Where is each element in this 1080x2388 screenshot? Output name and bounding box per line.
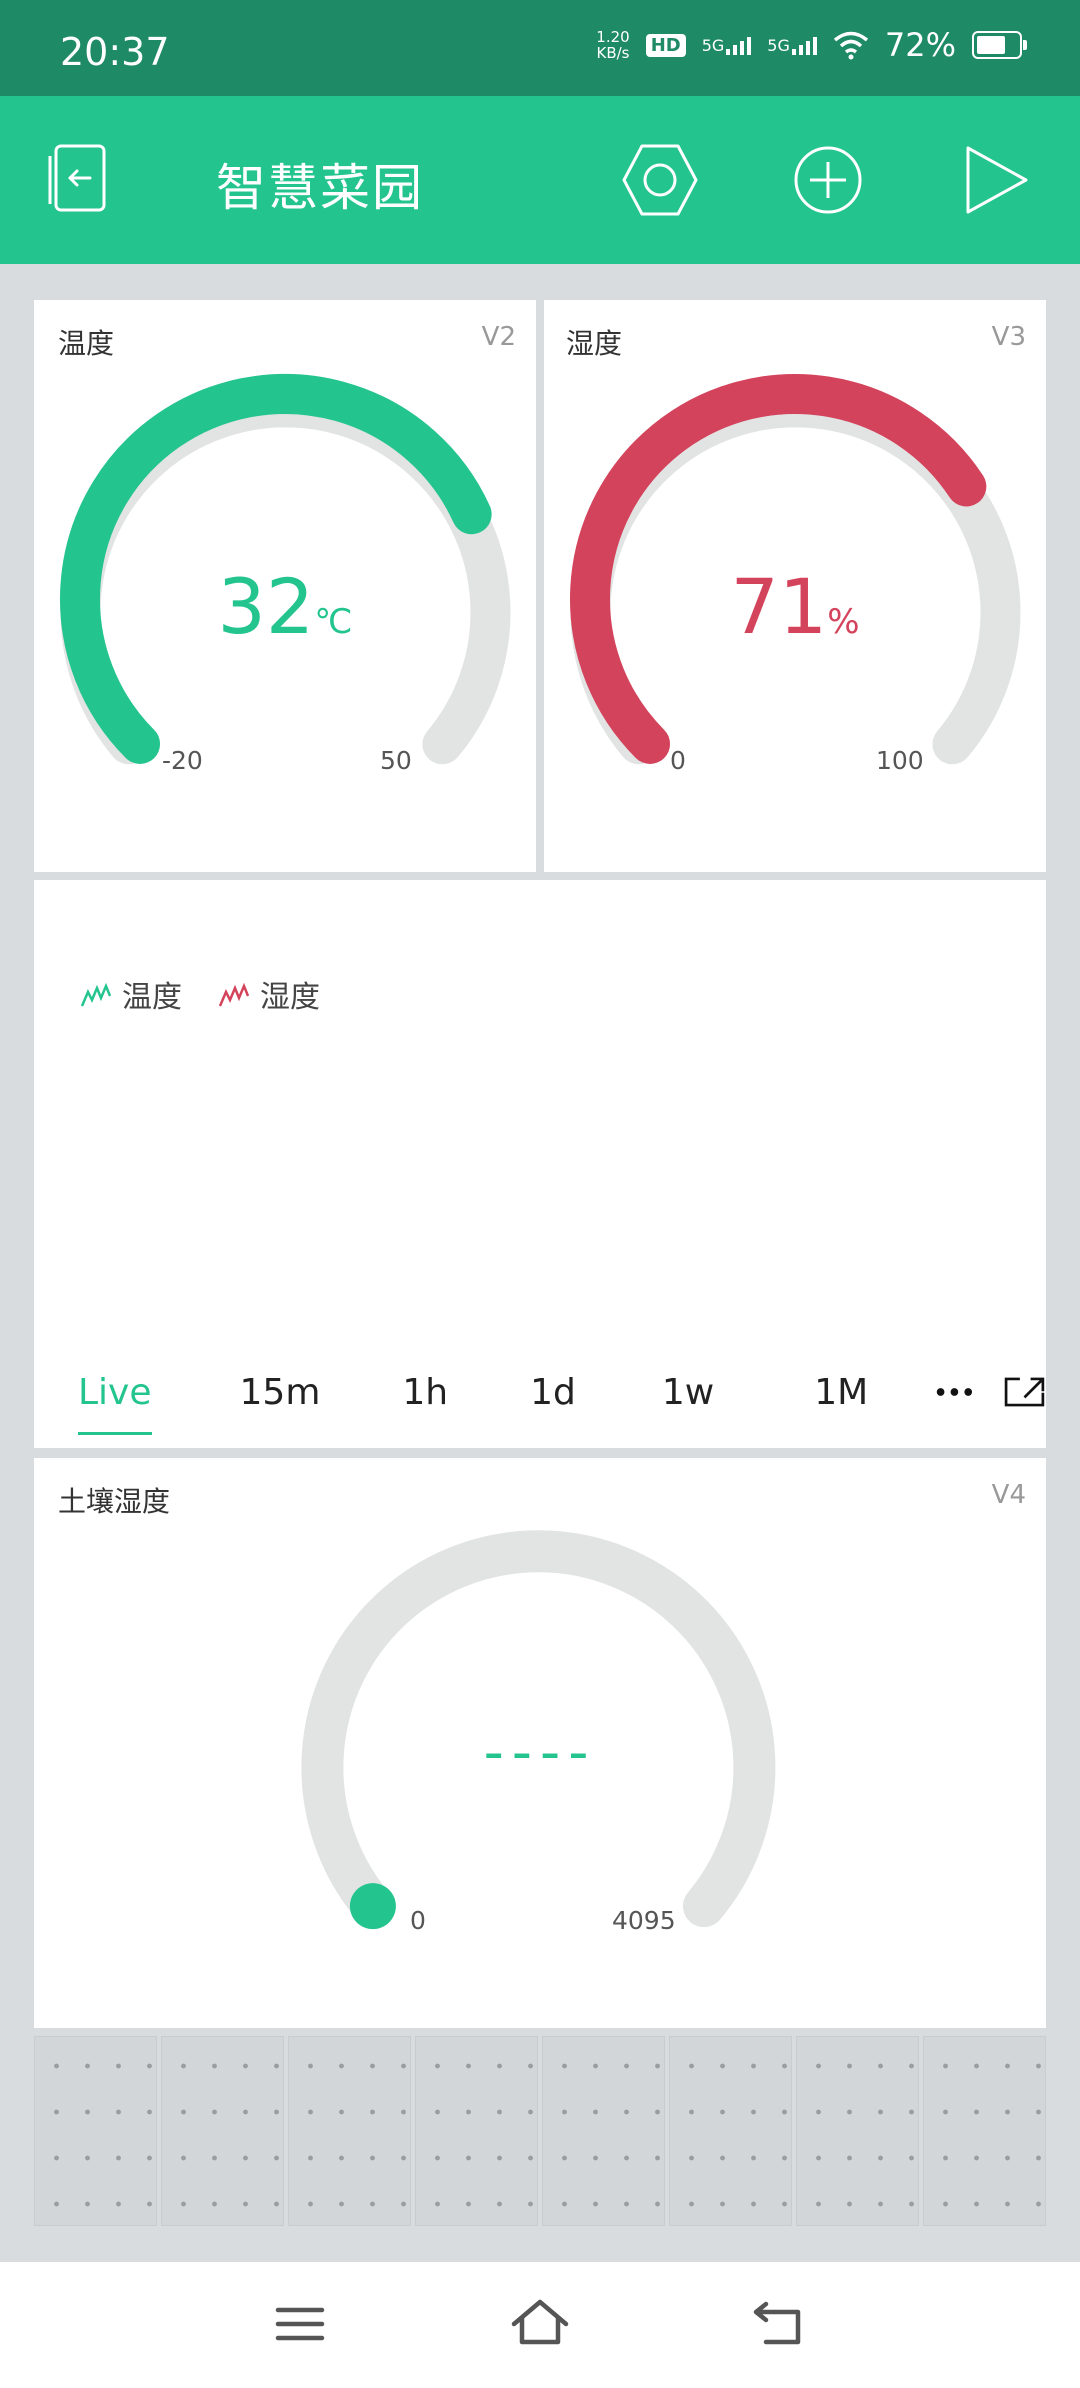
exit-icon[interactable]: [42, 138, 126, 222]
grid-cell[interactable]: [669, 2036, 792, 2226]
settings-icon[interactable]: [618, 138, 702, 222]
more-icon[interactable]: [936, 1386, 973, 1398]
battery-icon: [972, 31, 1027, 59]
app-title: 智慧菜园: [216, 159, 424, 217]
gauge-max: 4095: [612, 1906, 676, 1935]
tab-1d[interactable]: 1d: [530, 1372, 576, 1413]
chart-legend: 温度 湿度: [80, 972, 320, 1016]
tab-live[interactable]: Live: [78, 1372, 152, 1435]
gauge-max: 100: [876, 746, 924, 775]
grid-cell[interactable]: [796, 2036, 919, 2226]
grid-cell[interactable]: [542, 2036, 665, 2226]
grid-cell[interactable]: [415, 2036, 538, 2226]
legend-item[interactable]: 温度: [80, 972, 182, 1016]
gauge-min: 0: [410, 1906, 426, 1935]
soil-moisture-gauge-card[interactable]: 土壤湿度 V4 ---- 0 4095: [34, 1458, 1046, 2028]
signal-icon: 5G: [767, 36, 817, 55]
system-nav-bar: [0, 2262, 1080, 2388]
gauge-value: 32℃: [217, 562, 353, 651]
tab-1h[interactable]: 1h: [402, 1372, 448, 1413]
tab-1w[interactable]: 1w: [662, 1372, 714, 1413]
time-range-tabs: Live 15m 1h 1d 1w 1M: [34, 1346, 1046, 1438]
tab-1m[interactable]: 1M: [814, 1372, 868, 1413]
hd-icon: HD: [645, 33, 686, 57]
app-bar: 智慧菜园: [0, 96, 1080, 264]
net-speed: 1.20 KB/s: [596, 28, 630, 62]
home-icon[interactable]: [508, 2292, 572, 2356]
add-icon[interactable]: [786, 138, 870, 222]
gauge-value: 71%: [730, 562, 860, 651]
expand-icon[interactable]: [1003, 1371, 1046, 1413]
status-bar: 20:37 1.20 KB/s HD 5G 5G 72%: [0, 0, 1080, 96]
gauge-max: 50: [380, 746, 412, 775]
signal-icon: 5G: [702, 36, 752, 55]
temperature-gauge-card[interactable]: 温度 V2 32℃ -20 50: [34, 300, 536, 872]
tab-15m[interactable]: 15m: [240, 1372, 321, 1413]
grid-cell[interactable]: [288, 2036, 411, 2226]
gauge-min: 0: [670, 746, 686, 775]
play-icon[interactable]: [954, 138, 1038, 222]
grid-cell[interactable]: [923, 2036, 1046, 2226]
grid-cell[interactable]: [161, 2036, 284, 2226]
humidity-gauge-card[interactable]: 湿度 V3 71% 0 100: [544, 300, 1046, 872]
gauge-min: -20: [162, 746, 203, 775]
menu-icon[interactable]: [268, 2292, 332, 2356]
battery-percent: 72%: [884, 26, 956, 64]
grid-cell[interactable]: [34, 2036, 157, 2226]
gauge-indicator: [349, 1883, 396, 1930]
wifi-icon: [833, 31, 868, 60]
legend-item[interactable]: 湿度: [218, 972, 320, 1016]
line-series-icon: [218, 982, 250, 1007]
status-time: 20:37: [60, 30, 170, 74]
gauge-value: ----: [483, 1720, 597, 1785]
empty-widget-grid: [34, 2036, 1046, 2226]
back-icon[interactable]: [748, 2292, 812, 2356]
status-icons: 1.20 KB/s HD 5G 5G 72%: [596, 26, 1027, 64]
line-series-icon: [80, 982, 112, 1007]
